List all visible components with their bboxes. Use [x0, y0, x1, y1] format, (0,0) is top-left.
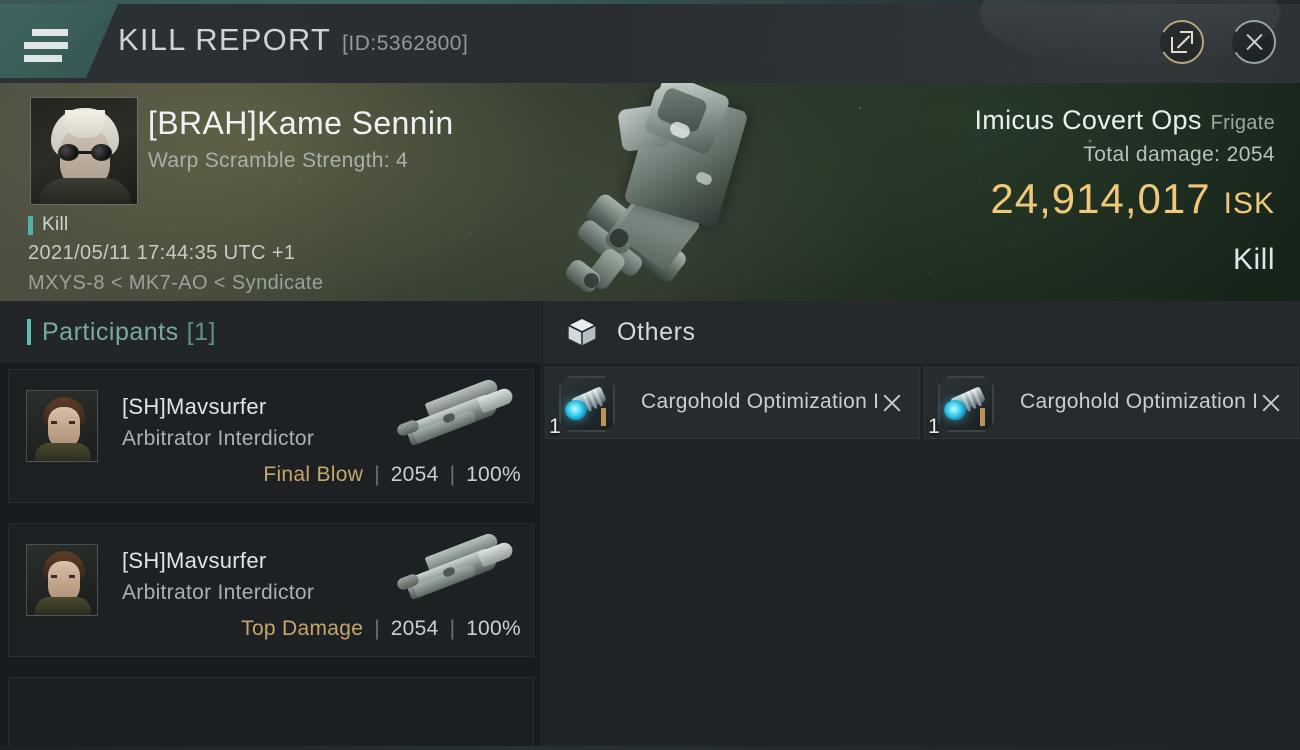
- participants-title: Participants: [42, 317, 179, 346]
- item-name: Cargohold Optimization I: [1020, 390, 1259, 413]
- participant-percent: 100%: [466, 617, 521, 640]
- participant-avatar: [26, 544, 98, 616]
- report-id-label: [ID:5362800]: [342, 32, 469, 55]
- participants-count: [1]: [186, 317, 216, 346]
- close-button[interactable]: [1232, 20, 1276, 64]
- others-title: Others: [617, 317, 696, 346]
- item-quantity: 1: [928, 415, 940, 438]
- item-quantity: 1: [549, 415, 561, 438]
- other-item-card[interactable]: 1 Cargohold Optimization I: [545, 367, 920, 439]
- victim-ship-line: Imicus Covert Ops Frigate: [974, 105, 1275, 136]
- participant-ship-icon: [387, 377, 515, 450]
- participant-damage: 2054: [390, 617, 439, 640]
- isk-value: 24,914,017: [990, 175, 1211, 222]
- stat-separator: |: [449, 463, 456, 486]
- participants-header: Participants [1]: [0, 301, 542, 363]
- page-title: KILL REPORT [ID:5362800]: [118, 22, 468, 62]
- status-badge: Kill: [28, 214, 69, 236]
- victim-ship-name: Imicus Covert Ops: [974, 105, 1202, 135]
- participant-ship: Arbitrator Interdictor: [122, 581, 315, 604]
- stat-separator: |: [374, 463, 380, 486]
- participant-avatar: [26, 390, 98, 462]
- close-icon[interactable]: [1260, 392, 1282, 414]
- victim-name: [BRAH]Kame Sennin: [148, 105, 454, 141]
- rig-module-icon: [559, 376, 615, 432]
- report-body: Participants [1] [SH]Mavsurfer Arbitrato…: [0, 301, 1300, 750]
- hamburger-menu-icon: [24, 29, 68, 62]
- participant-row[interactable]: [SH]Mavsurfer Arbitrator Interdictor Top…: [8, 523, 534, 657]
- participant-badge: Final Blow: [263, 463, 364, 486]
- status-accent-bar: [28, 215, 33, 235]
- participants-pane: Participants [1] [SH]Mavsurfer Arbitrato…: [0, 301, 542, 750]
- participants-empty-slot: [8, 677, 534, 750]
- participant-ship-icon: [387, 531, 515, 604]
- close-icon[interactable]: [881, 392, 903, 414]
- other-item-card[interactable]: 1 Cargohold Optimization I: [924, 367, 1299, 439]
- participant-name: [SH]Mavsurfer: [122, 548, 267, 573]
- kill-report-window: KILL REPORT [ID:5362800] [BRAH]Kame Senn…: [0, 0, 1300, 750]
- participant-row[interactable]: [SH]Mavsurfer Arbitrator Interdictor Fin…: [8, 369, 534, 503]
- participant-badge: Top Damage: [241, 617, 364, 640]
- share-button[interactable]: [1160, 20, 1204, 64]
- rig-module-icon: [938, 376, 994, 432]
- external-link-icon: [1171, 31, 1193, 53]
- victim-avatar[interactable]: [30, 97, 138, 205]
- bottom-edge-sliver: [0, 746, 1300, 750]
- title-label: KILL REPORT: [118, 22, 332, 57]
- victim-banner: [BRAH]Kame Sennin Warp Scramble Strength…: [0, 83, 1300, 301]
- participant-damage: 2054: [390, 463, 439, 486]
- cube-box-icon: [565, 315, 599, 349]
- isk-unit: ISK: [1223, 187, 1275, 220]
- victim-ship-class: Frigate: [1210, 112, 1275, 134]
- item-name: Cargohold Optimization I: [641, 390, 880, 413]
- participant-stats: Top Damage | 2054 | 100%: [241, 617, 521, 641]
- stat-separator: |: [449, 617, 456, 640]
- status-label: Kill: [42, 214, 69, 235]
- kill-location: MXYS-8 < MK7-AO < Syndicate: [28, 272, 324, 294]
- victim-ship-render: [560, 83, 800, 301]
- participant-name: [SH]Mavsurfer: [122, 394, 267, 419]
- participant-percent: 100%: [466, 463, 521, 486]
- result-word: Kill: [1232, 243, 1275, 276]
- others-header: Others: [543, 301, 1300, 363]
- victim-attribute: Warp Scramble Strength: 4: [148, 149, 408, 172]
- participant-ship: Arbitrator Interdictor: [122, 427, 315, 450]
- total-damage-value: 2054: [1226, 143, 1275, 166]
- kill-timestamp: 2021/05/11 17:44:35 UTC +1: [28, 242, 296, 264]
- total-damage: Total damage: 2054: [1083, 143, 1275, 167]
- stat-separator: |: [374, 617, 380, 640]
- isk-value-row: 24,914,017 ISK: [990, 175, 1275, 223]
- participants-accent-bar: [27, 319, 31, 345]
- others-pane: Others 1 Cargohold Optimization I 1 Carg…: [543, 301, 1300, 750]
- close-icon: [1232, 20, 1276, 64]
- participant-stats: Final Blow | 2054 | 100%: [263, 463, 521, 487]
- total-damage-label: Total damage:: [1083, 143, 1221, 166]
- title-bar: KILL REPORT [ID:5362800]: [0, 0, 1300, 83]
